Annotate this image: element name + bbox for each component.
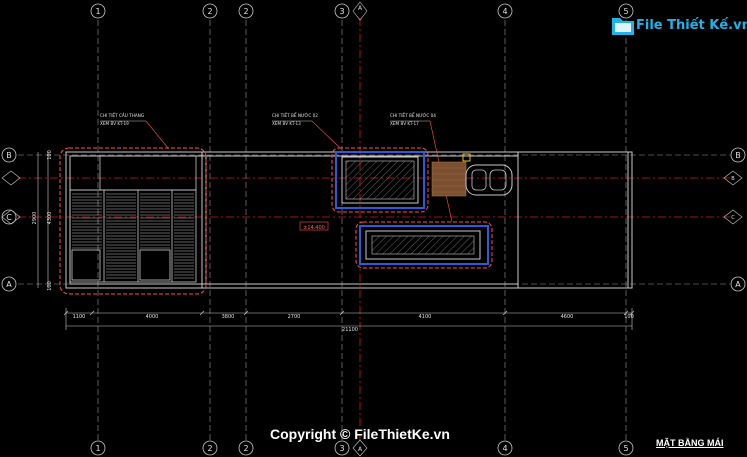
callout-tank04-title: CHI TIẾT BỂ NƯỚC 04 xyxy=(390,112,436,118)
dim-label: 4100 xyxy=(419,314,432,320)
grid-col-label: 4 xyxy=(502,7,507,16)
section-mark-label: A xyxy=(358,5,363,12)
grid-bubbles xyxy=(1,3,746,456)
grid-col-label: 3 xyxy=(339,444,344,453)
dim-label: 2700 xyxy=(288,314,301,320)
grid-col-label: 1 xyxy=(95,7,100,16)
dim-label: 4000 xyxy=(146,314,159,320)
grid-col-label: 4 xyxy=(502,444,507,453)
roof-plan-drawing: 1 2 2 3 4 5 1 2 2 3 4 5 B C A B A A A B … xyxy=(1,1,746,457)
grid-col-label: 2 xyxy=(243,7,248,16)
callout-tank02-ref: XEM BV KT-13 xyxy=(272,121,301,126)
section-mark-label: C xyxy=(731,215,735,221)
grid-row-label: A xyxy=(6,280,12,289)
callout-tank02-title: CHI TIẾT BỂ NƯỚC 02 xyxy=(272,112,318,118)
grid-row-label: A xyxy=(735,280,741,289)
dim-label: 3800 xyxy=(222,314,235,320)
section-mark-label: B xyxy=(731,176,735,182)
logo-text: File Thiết Kế.vn xyxy=(636,18,747,33)
sheet-title: MẶT BẰNG MÁI xyxy=(656,438,724,448)
water-tank-02 xyxy=(331,147,429,213)
grid-col-label: 2 xyxy=(243,444,248,453)
grid-col-label: 2 xyxy=(207,444,212,453)
dim-total: 21100 xyxy=(342,327,358,333)
folder-icon xyxy=(612,18,634,35)
callout-stair-title: CHI TIẾT CẦU THANG xyxy=(100,112,144,118)
callout-stair-ref: XEM BV KT-19 xyxy=(100,121,129,126)
grid-col-label: 2 xyxy=(207,7,212,16)
grid-col-label: 3 xyxy=(339,7,344,16)
water-tank-04 xyxy=(355,221,493,269)
section-markers xyxy=(1,1,743,457)
stair-treads xyxy=(72,193,194,279)
dim-label: 100 xyxy=(47,281,53,291)
callout-tank04-ref: XEM BV KT-17 xyxy=(390,121,419,126)
dim-label: 2900 xyxy=(32,212,38,225)
grid-col-label: 5 xyxy=(623,444,628,453)
dim-label: 4300 xyxy=(47,212,53,225)
dim-label: 4600 xyxy=(561,314,574,320)
dim-label: 100 xyxy=(47,150,53,160)
level-tag: ±14.400 xyxy=(303,225,325,231)
watermark-logo: File Thiết Kế.vn xyxy=(610,12,747,42)
dim-label: 100 xyxy=(624,314,634,320)
grid-row-label: B xyxy=(735,151,741,160)
grid-row-label: C xyxy=(6,213,12,222)
grid-col-label: 1 xyxy=(95,444,100,453)
dim-label: 1100 xyxy=(73,314,86,320)
copyright-watermark: Copyright © FileThietKe.vn xyxy=(270,426,450,442)
solar-heater-equipment xyxy=(431,153,513,197)
section-mark-label: A xyxy=(358,446,363,453)
grid-row-label: B xyxy=(6,151,12,160)
